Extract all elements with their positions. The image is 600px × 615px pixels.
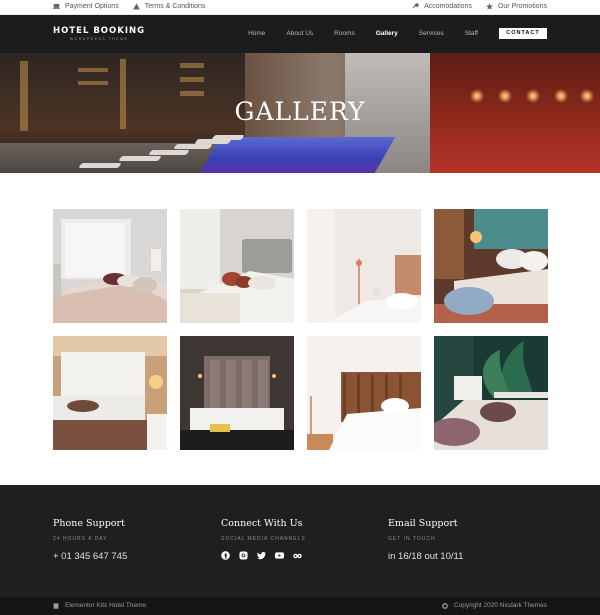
gallery-image-7[interactable] [307, 336, 421, 450]
copyright-icon [442, 602, 448, 609]
accomodations-link[interactable]: Accomodations [412, 3, 472, 10]
footer-email-sub: GET IN TOUCH [388, 536, 436, 542]
footer-phone-sub: 24 HOURS A DAY [53, 536, 108, 542]
site-footer: Phone Support 24 HOURS A DAY + 01 345 64… [0, 485, 600, 597]
footer-connect-title: Connect With Us [221, 518, 303, 529]
gallery-image-2[interactable] [180, 209, 294, 323]
bedroom-photo-6 [180, 336, 294, 450]
social-links [221, 551, 306, 560]
logo-subtitle: WORDPRESS THEME [69, 37, 129, 41]
logo-title: HOTEL BOOKING [53, 26, 146, 36]
gallery-image-3[interactable] [307, 209, 421, 323]
contact-button[interactable]: CONTACT [499, 28, 547, 39]
footer-connect: Connect With Us SOCIAL MEDIA CHANNELS [221, 518, 306, 560]
bedroom-photo-5 [53, 336, 167, 450]
promotions-link[interactable]: Our Promotions [486, 3, 547, 10]
nav-services[interactable]: Services [419, 30, 444, 37]
bedroom-photo-7 [307, 336, 421, 450]
footer-email: Email Support GET IN TOUCH in 16/18 out … [388, 518, 463, 562]
accomodations-label: Accomodations [424, 3, 472, 10]
bedroom-photo-1 [53, 209, 167, 323]
nav-gallery[interactable]: Gallery [376, 30, 398, 37]
facebook-icon[interactable] [221, 551, 230, 560]
laptop-icon [53, 4, 60, 10]
main-navigation: HOTEL BOOKING WORDPRESS THEME Home About… [0, 15, 600, 53]
bedroom-photo-4 [434, 209, 548, 323]
promotions-label: Our Promotions [497, 3, 547, 10]
hero-banner: GALLERY [0, 53, 600, 173]
warning-icon [132, 3, 140, 10]
nav-staff[interactable]: Staff [465, 30, 478, 37]
nav-home[interactable]: Home [248, 30, 265, 37]
terms-link[interactable]: Terms & Conditions [132, 3, 206, 10]
star-icon [486, 3, 493, 10]
theme-credit[interactable]: Elementor Kits Hotel Theme [65, 602, 146, 609]
footer-email-value: in 16/18 out 10/11 [388, 551, 464, 562]
instagram-icon[interactable] [239, 551, 248, 560]
nav-rooms[interactable]: Rooms [334, 30, 355, 37]
footer-email-title: Email Support [388, 518, 458, 529]
copyright-text: Copyright 2020 Nicdark Themes [453, 602, 547, 609]
terms-label: Terms & Conditions [144, 3, 206, 10]
footer-connect-sub: SOCIAL MEDIA CHANNELS [221, 536, 306, 542]
key-icon [412, 3, 419, 9]
tripadvisor-icon[interactable] [293, 551, 302, 560]
bottom-bar: Elementor Kits Hotel Theme Copyright 202… [0, 597, 600, 615]
twitter-icon[interactable] [257, 551, 266, 560]
document-icon [53, 602, 59, 609]
bedroom-photo-2 [180, 209, 294, 323]
bedroom-photo-3 [307, 209, 421, 323]
gallery-image-6[interactable] [180, 336, 294, 450]
bedroom-photo-8 [434, 336, 548, 450]
page-title: GALLERY [234, 97, 366, 126]
gallery-image-4[interactable] [434, 209, 548, 323]
gallery-image-5[interactable] [53, 336, 167, 450]
top-utility-bar: Payment Options Terms & Conditions Accom… [0, 0, 600, 15]
footer-phone-title: Phone Support [53, 518, 125, 529]
gallery-image-1[interactable] [53, 209, 167, 323]
gallery-image-8[interactable] [434, 336, 548, 450]
footer-phone-value[interactable]: + 01 345 647 745 [53, 551, 127, 562]
youtube-icon[interactable] [275, 551, 284, 560]
nav-menu: Home About Us Rooms Gallery Services Sta… [248, 28, 547, 39]
site-logo[interactable]: HOTEL BOOKING WORDPRESS THEME [53, 26, 145, 41]
nav-about-us[interactable]: About Us [286, 30, 313, 37]
payment-options-label: Payment Options [65, 3, 119, 10]
footer-phone: Phone Support 24 HOURS A DAY + 01 345 64… [53, 518, 127, 562]
payment-options-link[interactable]: Payment Options [53, 3, 119, 10]
